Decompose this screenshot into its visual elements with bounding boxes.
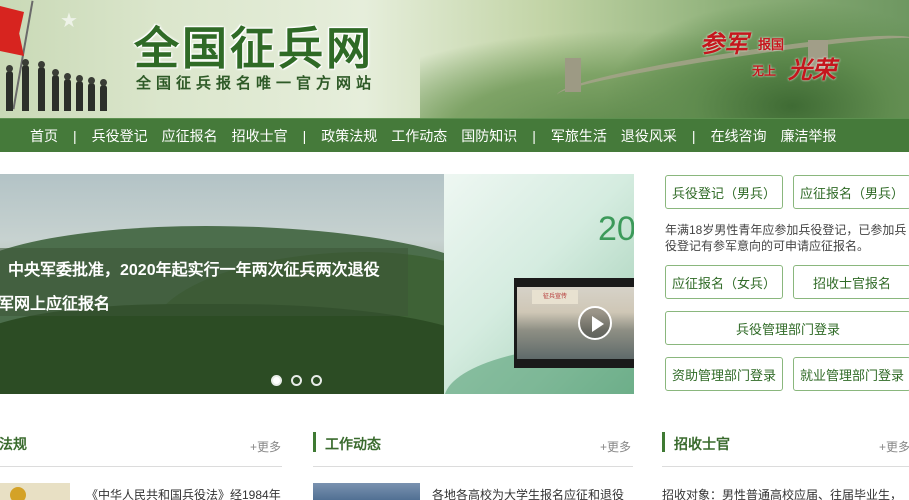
slogan-part3: 无上	[752, 64, 777, 78]
aid-login-button[interactable]: 资助管理部门登录	[665, 357, 783, 391]
promo-year: 20	[598, 210, 634, 248]
register-male-button[interactable]: 兵役登记（男兵）	[665, 175, 783, 209]
apply-female-button[interactable]: 应征报名（女兵）	[665, 265, 783, 299]
site-subtitle: 全国征兵报名唯一官方网站	[136, 75, 377, 92]
banner-carousel[interactable]: 中央军委批准，2020年起实行一年两次征兵两次退役 军网上应征报名	[0, 174, 444, 394]
list-item[interactable]: 招收对象：男性普通高校应届、往届毕业生，	[662, 486, 909, 500]
nav-work[interactable]: 工作动态	[391, 126, 447, 146]
video-thumbnail[interactable]: 征兵宣传	[514, 278, 634, 368]
banner-caption-line1[interactable]: 中央军委批准，2020年起实行一年两次征兵两次退役	[8, 256, 380, 280]
main-nav: 首页 | 兵役登记 应征报名 招收士官 | 政策法规 工作动态 国防知识 | 军…	[0, 118, 909, 152]
nav-separator: |	[691, 127, 696, 144]
apply-male-button[interactable]: 应征报名（男兵）	[793, 175, 909, 209]
employ-login-button[interactable]: 就业管理部门登录	[793, 357, 909, 391]
site-header: ★ 全国征兵网 全国征兵报名唯一官方网站 参军 报国 无上 光荣	[0, 0, 909, 118]
slogan-part2: 报国	[758, 37, 785, 52]
nav-register[interactable]: 兵役登记	[92, 126, 148, 146]
section-divider	[0, 466, 282, 467]
nav-nco[interactable]: 招收士官	[232, 126, 288, 146]
nav-veterans[interactable]: 退役风采	[621, 126, 677, 146]
wall-tower-graphic	[565, 58, 581, 92]
list-item[interactable]: 各地各高校为大学生报名应征和退役	[432, 486, 632, 500]
emblem-icon	[10, 487, 26, 500]
nav-military-life[interactable]: 军旅生活	[551, 126, 607, 146]
section-title-policy[interactable]: 法规	[0, 434, 27, 454]
carousel-dot-3[interactable]	[311, 375, 322, 386]
section-divider	[313, 466, 633, 467]
nav-home[interactable]: 首页	[30, 126, 58, 146]
section-bar	[662, 432, 665, 452]
nav-defense[interactable]: 国防知识	[461, 126, 517, 146]
carousel-dots	[271, 375, 322, 386]
nav-report[interactable]: 廉洁举报	[781, 126, 837, 146]
list-item[interactable]: 《中华人民共和国兵役法》经1984年	[86, 486, 282, 500]
slogan-part4: 光荣	[788, 55, 836, 84]
nav-separator: |	[73, 127, 77, 144]
banner-caption-line2[interactable]: 军网上应征报名	[0, 290, 110, 314]
section-divider	[662, 466, 909, 467]
more-link-policy[interactable]: +更多	[250, 438, 281, 455]
work-thumbnail[interactable]	[313, 483, 420, 500]
nav-separator: |	[302, 127, 307, 144]
nco-apply-button[interactable]: 招收士官报名	[793, 265, 909, 299]
section-title-work[interactable]: 工作动态	[325, 434, 381, 454]
carousel-dot-1[interactable]	[271, 375, 282, 386]
flag-graphic	[0, 6, 24, 56]
banner-hill	[0, 304, 444, 394]
nav-separator: |	[532, 127, 536, 144]
nav-apply[interactable]: 应征报名	[162, 126, 218, 146]
registration-notice: 年满18岁男性青年应参加兵役登记，已参加兵役登记有参军意向的可申请应征报名。	[665, 223, 907, 253]
star-icon: ★	[60, 10, 78, 32]
carousel-dot-2[interactable]	[291, 375, 302, 386]
slogan: 参军 报国 无上 光荣	[700, 20, 860, 90]
section-title-nco[interactable]: 招收士官	[674, 434, 730, 454]
slogan-part1: 参军	[700, 29, 748, 58]
play-icon[interactable]	[578, 306, 612, 340]
nav-policy[interactable]: 政策法规	[321, 126, 377, 146]
dept-login-button[interactable]: 兵役管理部门登录	[665, 311, 909, 345]
soldiers-graphic	[0, 55, 120, 115]
nav-consult[interactable]: 在线咨询	[711, 126, 767, 146]
policy-thumbnail[interactable]	[0, 483, 70, 500]
section-bar	[313, 432, 316, 452]
more-link-nco[interactable]: +更多	[879, 438, 909, 455]
site-title[interactable]: 全国征兵网	[134, 12, 374, 77]
more-link-work[interactable]: +更多	[600, 438, 631, 455]
video-board: 征兵宣传	[532, 290, 578, 304]
